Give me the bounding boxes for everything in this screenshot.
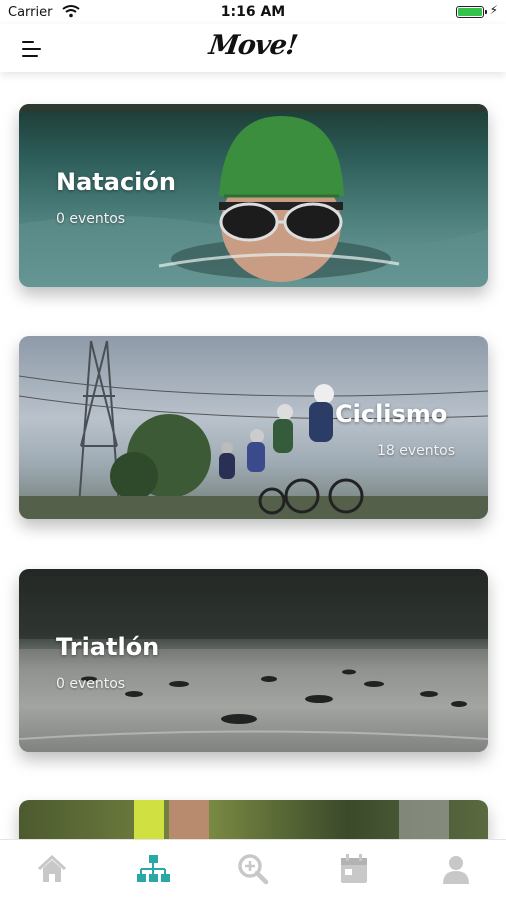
tab-search[interactable] [233, 852, 273, 888]
category-card-ciclismo[interactable]: Ciclismo 18 eventos [19, 336, 488, 519]
bottom-tab-bar [0, 839, 506, 900]
home-icon [37, 854, 67, 882]
tab-profile[interactable] [436, 852, 476, 888]
tab-home[interactable] [32, 852, 72, 888]
card-event-count: 0 eventos [56, 676, 126, 692]
card-event-count: 18 eventos [377, 443, 455, 459]
card-title: Ciclismo [335, 400, 448, 428]
charging-bolt-icon: ⚡ [489, 3, 498, 17]
status-bar: Carrier 1:16 AM ⚡ [0, 0, 506, 24]
calendar-icon [341, 854, 367, 883]
top-nav-bar: Move! [0, 24, 506, 72]
tab-calendar[interactable] [334, 852, 374, 888]
category-card-triatlon[interactable]: Triatlón 0 eventos [19, 569, 488, 752]
user-icon [443, 856, 469, 884]
card-title: Triatlón [56, 633, 160, 661]
search-zoom-icon [238, 854, 269, 885]
category-card-partial[interactable] [19, 800, 488, 840]
sports-feed[interactable]: Natación 0 eventos Ciclismo 18 eventos T… [0, 72, 506, 840]
runner-image [134, 800, 449, 840]
status-time: 1:16 AM [220, 4, 286, 20]
category-card-natacion[interactable]: Natación 0 eventos [19, 104, 488, 287]
app-logo: Move! [207, 30, 299, 61]
tab-categories[interactable] [133, 852, 173, 888]
card-event-count: 0 eventos [56, 211, 126, 227]
battery-icon [456, 6, 487, 18]
card-title: Natación [56, 168, 176, 196]
sitemap-icon [137, 855, 170, 882]
